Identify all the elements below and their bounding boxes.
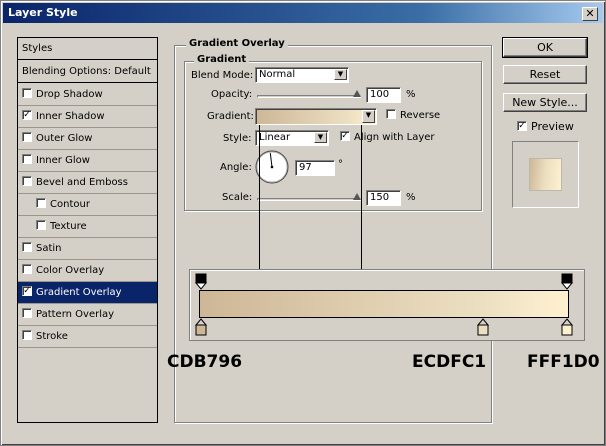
angle-value: 97 [299,162,312,173]
preview-checkbox[interactable]: ✓ Preview [517,120,574,133]
gradient-bar[interactable] [199,290,569,318]
style-item-contour[interactable]: Contour [18,194,157,216]
close-icon[interactable]: ✕ [582,7,598,21]
degree-symbol: ° [338,159,343,170]
style-item-label: Contour [50,199,90,210]
align-with-layer-checkbox[interactable]: ✓ Align with Layer [340,131,435,143]
style-item-label: Inner Glow [36,155,90,166]
opacity-stop-right[interactable] [561,273,573,290]
style-item-checkbox[interactable] [22,330,32,340]
style-select[interactable]: Linear ▼ [255,130,329,146]
style-label: Style: [223,133,252,144]
style-item-checkbox[interactable] [22,264,32,274]
style-item-checkbox[interactable] [22,154,32,164]
guide-line-right [361,125,362,271]
blend-mode-label: Blend Mode: [191,70,254,81]
window-title: Layer Style [8,6,78,19]
style-item-label: Satin [36,243,62,254]
style-item-label: Pattern Overlay [36,309,115,320]
style-item-checkbox[interactable] [36,198,46,208]
preview-label: Preview [531,120,574,133]
style-item-label: Gradient Overlay [36,287,122,298]
opacity-label: Opacity: [211,89,253,100]
style-item-label: Bevel and Emboss [36,177,128,188]
gradient-picker[interactable]: ▼ [255,108,377,125]
new-style-button[interactable]: New Style... [503,93,587,112]
scale-slider-thumb[interactable] [353,193,361,200]
blending-options-item[interactable]: Blending Options: Default [18,61,157,83]
opacity-stop-left[interactable] [195,273,207,290]
align-label: Align with Layer [354,132,435,143]
style-item-label: Inner Shadow [36,111,105,122]
reverse-checkbox[interactable]: Reverse [386,109,441,121]
style-item-checkbox[interactable]: ✓ [22,286,32,296]
stop-label-middle: ECDFC1 [412,352,487,372]
blending-options-label: Blending Options: Default [22,66,151,77]
stop-label-right: FFF1D0 [527,352,600,372]
scale-label: Scale: [222,192,253,203]
style-item-inner-shadow[interactable]: ✓ Inner Shadow [18,106,157,128]
style-item-color-overlay[interactable]: Color Overlay [18,260,157,282]
style-item-bevel-and-emboss[interactable]: Bevel and Emboss [18,172,157,194]
layer-style-dialog: Layer Style ✕ Styles Blending Options: D… [0,0,606,446]
color-stop-left[interactable] [195,318,207,336]
style-item-inner-glow[interactable]: Inner Glow [18,150,157,172]
style-item-label: Color Overlay [36,265,105,276]
stop-label-left: CDB796 [167,352,243,372]
chevron-down-icon: ▼ [314,132,327,143]
gradient-label: Gradient: [207,111,254,122]
style-value: Linear [259,132,291,143]
style-item-label: Outer Glow [36,133,93,144]
ok-button[interactable]: OK [502,37,588,58]
reset-button[interactable]: Reset [503,65,587,84]
align-checkbox-box[interactable]: ✓ [340,131,350,141]
styles-header-label: Styles [22,43,53,54]
section-title: Gradient Overlay [186,38,288,49]
scale-percent: % [406,192,416,203]
opacity-input[interactable]: 100 [366,87,401,103]
scale-slider-track[interactable] [257,198,361,201]
blend-mode-value: Normal [259,69,296,80]
opacity-slider-thumb[interactable] [353,90,361,97]
style-item-checkbox[interactable]: ✓ [22,110,32,120]
preview-swatch [529,158,562,191]
style-item-satin[interactable]: Satin [18,238,157,260]
angle-input[interactable]: 97 [295,160,335,176]
color-stop-middle[interactable] [477,318,489,336]
styles-list: Styles Blending Options: Default Drop Sh… [17,37,158,423]
gradient-group-title: Gradient [194,54,250,65]
preview-checkbox-box[interactable]: ✓ [517,121,527,131]
preview-swatch-frame [512,141,579,208]
style-item-checkbox[interactable] [22,176,32,186]
guide-line-left [259,125,260,271]
style-item-label: Stroke [36,331,68,342]
title-bar: Layer Style ✕ [3,3,603,23]
style-item-gradient-overlay[interactable]: ✓ Gradient Overlay [18,282,157,304]
style-item-checkbox[interactable] [22,88,32,98]
chevron-down-icon[interactable]: ▼ [362,110,375,123]
styles-header[interactable]: Styles [18,38,157,60]
scale-value: 150 [370,192,390,203]
angle-label: Angle: [220,162,252,173]
style-item-drop-shadow[interactable]: Drop Shadow [18,84,157,106]
style-item-checkbox[interactable] [36,220,46,230]
reverse-label: Reverse [400,110,441,121]
style-item-pattern-overlay[interactable]: Pattern Overlay [18,304,157,326]
blend-mode-select[interactable]: Normal ▼ [255,67,349,83]
color-stop-right[interactable] [561,318,573,336]
opacity-slider-track[interactable] [257,95,361,98]
chevron-down-icon: ▼ [334,69,347,80]
style-item-outer-glow[interactable]: Outer Glow [18,128,157,150]
reverse-checkbox-box[interactable] [386,109,396,119]
opacity-value: 100 [370,89,390,100]
scale-input[interactable]: 150 [366,190,401,206]
style-item-checkbox[interactable] [22,132,32,142]
style-item-label: Drop Shadow [36,89,103,100]
style-item-checkbox[interactable] [22,308,32,318]
style-item-texture[interactable]: Texture [18,216,157,238]
style-item-checkbox[interactable] [22,242,32,252]
opacity-percent: % [406,89,416,100]
style-item-stroke[interactable]: Stroke [18,326,157,348]
style-item-label: Texture [50,221,87,232]
